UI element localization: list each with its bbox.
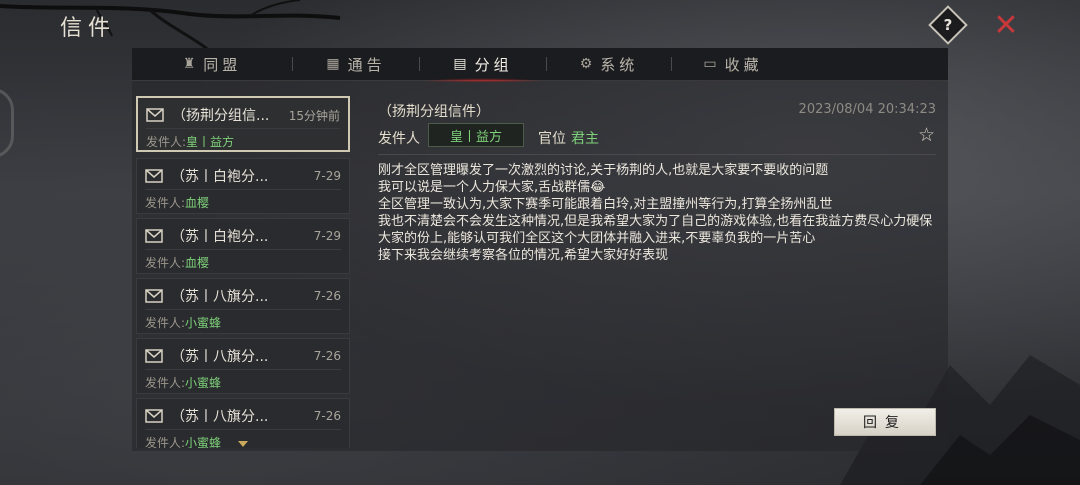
detail-subject: （扬荆分组信件） — [378, 104, 490, 120]
mail-subject: （苏丨白袍分... — [171, 169, 269, 185]
mail-subject: （苏丨八旗分... — [171, 289, 269, 305]
sender-name: 皇丨益方 — [186, 135, 235, 149]
tab-label: 分组 — [474, 55, 513, 74]
mail-item[interactable]: （扬荆分组信... 15分钟前 发件人:皇丨益方 — [136, 96, 350, 152]
question-mark-icon: ? — [943, 16, 953, 34]
mail-item[interactable]: （苏丨八旗分... 7-26 发件人:小蜜蜂 — [136, 278, 350, 334]
mail-time: 7-26 — [313, 409, 341, 423]
close-icon: ✕ — [993, 8, 1019, 43]
tab-alliance[interactable]: ♜ 同盟 — [132, 48, 292, 81]
sender-name: 小蜜蜂 — [185, 436, 222, 448]
mail-item[interactable]: （苏丨八旗分... 7-26 发件人:小蜜蜂 — [136, 338, 350, 394]
tab-label: 通告 — [347, 55, 386, 74]
mail-time: 7-29 — [313, 169, 341, 183]
detail-sender-name[interactable]: 皇丨益方 — [428, 123, 524, 147]
sender-label: 发件人: — [145, 436, 186, 448]
group-icon: ▤ — [453, 56, 467, 72]
detail-rank: 君主 — [571, 131, 599, 147]
sender-name: 小蜜蜂 — [185, 376, 222, 390]
mail-detail: （扬荆分组信件） 2023/08/04 20:34:23 发件人 皇丨益方 官位… — [368, 96, 944, 448]
mail-time: 7-26 — [313, 349, 341, 363]
detail-body: 刚才全区管理曝发了一次激烈的讨论,关于杨荆的人,也就是大家要不要收的问题 我可以… — [378, 162, 938, 264]
system-gear-icon: ⚙ — [579, 56, 593, 72]
detail-sender-label: 发件人 — [378, 131, 420, 147]
sender-label: 发件人: — [145, 256, 186, 270]
mail-time: 15分钟前 — [288, 108, 340, 123]
body-paragraph: 全区管理一致认为,大家下赛季可能跟着白玲,对主盟撞州等行为,打算全扬州乱世 — [378, 197, 833, 212]
body-paragraph: 我可以说是一个人力保大家,舌战群儒😂 — [378, 180, 606, 195]
detail-date: 2023/08/04 20:34:23 — [798, 102, 936, 117]
envelope-icon — [145, 349, 163, 363]
mail-item[interactable]: （苏丨白袍分... 7-29 发件人:血樱 — [136, 158, 350, 214]
envelope-icon — [146, 108, 164, 122]
favorites-icon: ▭ — [703, 56, 717, 72]
envelope-icon — [145, 169, 163, 183]
mail-item[interactable]: （苏丨白袍分... 7-29 发件人:血樱 — [136, 218, 350, 274]
body-paragraph: 刚才全区管理曝发了一次激烈的讨论,关于杨荆的人,也就是大家要不要收的问题 — [378, 163, 829, 178]
tab-label: 系统 — [600, 55, 639, 74]
body-paragraph: 接下来我会继续考察各位的情况,希望大家好好表现 — [378, 248, 669, 263]
sender-label: 发件人: — [145, 196, 186, 210]
mail-tab-bar: ♜ 同盟 ▦ 通告 ▤ 分组 ⚙ 系统 ▭ 收藏 — [132, 48, 948, 82]
sender-name: 小蜜蜂 — [185, 316, 222, 330]
mail-subject: （扬荆分组信... — [172, 108, 270, 124]
detail-rank-label: 官位 — [538, 131, 566, 147]
sender-label: 发件人: — [145, 376, 186, 390]
reply-button[interactable]: 回复 — [834, 408, 936, 436]
envelope-icon — [145, 289, 163, 303]
tab-label: 收藏 — [724, 55, 763, 74]
favorite-star-icon[interactable]: ☆ — [918, 124, 935, 146]
mail-subject: （苏丨八旗分... — [171, 409, 269, 425]
tab-group[interactable]: ▤ 分组 — [420, 48, 546, 82]
scroll-down-arrow-icon[interactable] — [238, 441, 248, 447]
body-paragraph: 我也不清楚会不会发生这种情况,但是我希望大家为了自己的游戏体验,也看在我益方费尽… — [378, 214, 933, 246]
mail-time: 7-29 — [313, 229, 341, 243]
close-button[interactable]: ✕ — [990, 10, 1022, 42]
tab-favorites[interactable]: ▭ 收藏 — [672, 48, 794, 81]
envelope-icon — [145, 229, 163, 243]
mail-time: 7-26 — [313, 289, 341, 303]
sender-name: 血樱 — [185, 256, 210, 270]
tab-announcement[interactable]: ▦ 通告 — [293, 48, 419, 81]
mail-list[interactable]: （扬荆分组信... 15分钟前 发件人:皇丨益方 （苏丨白袍分... 7-29 … — [136, 96, 350, 448]
envelope-icon — [145, 409, 163, 423]
tab-system[interactable]: ⚙ 系统 — [547, 48, 671, 81]
mail-subject: （苏丨八旗分... — [171, 349, 269, 365]
page-title: 信件 — [60, 16, 117, 41]
alliance-icon: ♜ — [182, 56, 196, 72]
sender-label: 发件人: — [146, 135, 187, 149]
sender-name: 血樱 — [185, 196, 210, 210]
mail-subject: （苏丨白袍分... — [171, 229, 269, 245]
detail-divider — [378, 154, 936, 155]
sender-label: 发件人: — [145, 316, 186, 330]
tab-label: 同盟 — [203, 55, 242, 74]
announcement-icon: ▦ — [326, 56, 340, 72]
